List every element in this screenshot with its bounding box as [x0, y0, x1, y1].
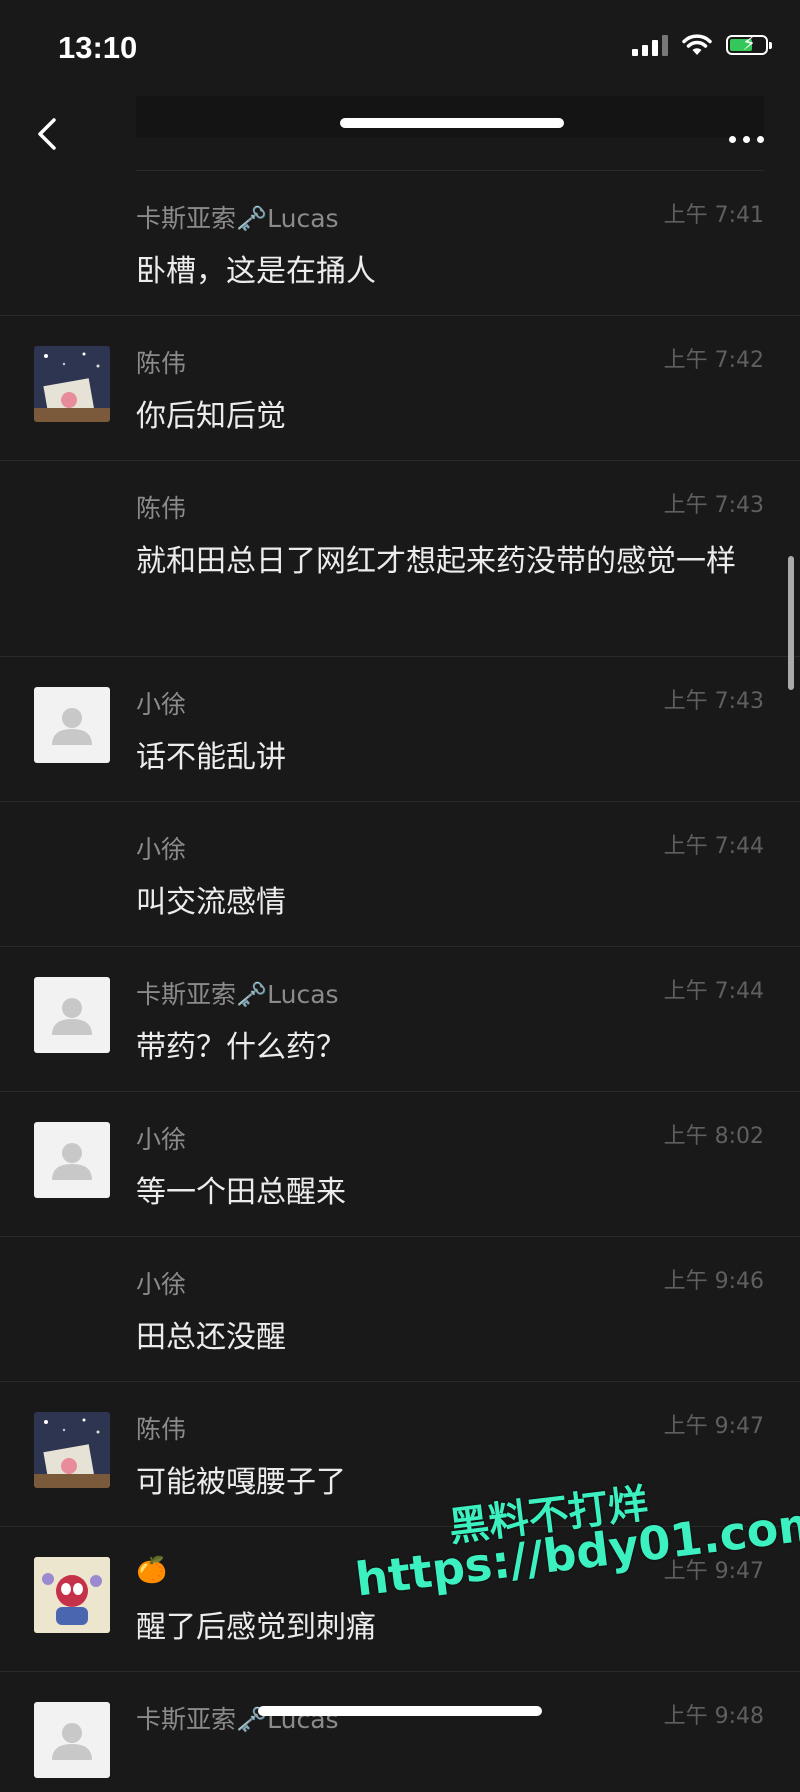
- chat-navigation-bar: [0, 96, 800, 170]
- avatar[interactable]: [34, 1557, 110, 1633]
- message-sender: 小徐: [136, 1125, 187, 1154]
- message-item[interactable]: 小徐 上午 7:44 叫交流感情: [0, 802, 800, 947]
- message-text: 卧槽，这是在捅人: [136, 254, 376, 289]
- message-item[interactable]: 小徐 上午 9:46 田总还没醒: [0, 1237, 800, 1382]
- status-bar: 13:10 ⚡: [0, 0, 800, 96]
- default-user-icon: [52, 1143, 92, 1180]
- avatar[interactable]: [34, 1412, 110, 1488]
- message-time: 上午 7:42: [663, 348, 764, 373]
- status-icons: ⚡: [632, 33, 772, 56]
- message-time: 上午 7:43: [663, 689, 764, 714]
- message-item[interactable]: 卡斯亚索🗝️Lucas 上午 9:48: [0, 1672, 800, 1792]
- message-text: 田总还没醒: [136, 1320, 286, 1355]
- message-text: 带药？什么药？: [136, 1030, 346, 1065]
- home-indicator[interactable]: [258, 1706, 542, 1716]
- back-arrow-icon[interactable]: [30, 114, 70, 154]
- message-text: 等一个田总醒来: [136, 1175, 346, 1210]
- avatar[interactable]: [34, 346, 110, 422]
- message-sender: 陈伟: [136, 1415, 187, 1444]
- message-time: 上午 7:44: [663, 979, 764, 1004]
- message-time: 上午 7:43: [663, 493, 764, 518]
- cartoon-avatar-icon: [34, 1557, 110, 1633]
- message-sender: 卡斯亚索🗝️Lucas: [136, 204, 339, 233]
- message-sender: 小徐: [136, 690, 187, 719]
- message-item[interactable]: 陈伟 上午 7:43 就和田总日了网红才想起来药没带的感觉一样: [0, 461, 800, 657]
- default-user-icon: [52, 998, 92, 1035]
- cellular-signal-icon: [632, 34, 668, 56]
- message-item[interactable]: 陈伟 上午 9:47 可能被嘎腰子了: [0, 1382, 800, 1527]
- photo-avatar-icon: [34, 346, 110, 422]
- avatar[interactable]: [34, 977, 110, 1053]
- message-time: 上午 7:41: [663, 203, 764, 228]
- message-text: 你后知后觉: [136, 399, 286, 434]
- message-time: 上午 8:02: [663, 1124, 764, 1149]
- message-sender: 陈伟: [136, 349, 187, 378]
- message-sender: 小徐: [136, 835, 187, 864]
- message-time: 上午 9:47: [663, 1414, 764, 1439]
- message-sender: 卡斯亚索🗝️Lucas: [136, 980, 339, 1009]
- message-sender: 小徐: [136, 1270, 187, 1299]
- avatar[interactable]: [34, 1122, 110, 1198]
- battery-charging-icon: ⚡: [726, 33, 772, 55]
- message-text: 话不能乱讲: [136, 740, 286, 775]
- message-time: 上午 7:44: [663, 834, 764, 859]
- status-time: 13:10: [58, 30, 138, 65]
- message-item[interactable]: 卡斯亚索🗝️Lucas 上午 7:41 卧槽，这是在捅人: [0, 171, 800, 316]
- message-item[interactable]: 小徐 上午 8:02 等一个田总醒来: [0, 1092, 800, 1237]
- avatar[interactable]: [34, 687, 110, 763]
- photo-avatar-icon: [34, 1412, 110, 1488]
- message-text: 就和田总日了网红才想起来药没带的感觉一样: [136, 544, 736, 579]
- more-options-icon[interactable]: [729, 136, 764, 143]
- default-user-icon: [52, 1723, 92, 1760]
- message-sender: 🍊: [136, 1555, 168, 1584]
- default-user-icon: [52, 708, 92, 745]
- wifi-icon: [682, 34, 712, 55]
- message-text: 叫交流感情: [136, 885, 286, 920]
- message-item[interactable]: 陈伟 上午 7:42 你后知后觉: [0, 316, 800, 461]
- message-item[interactable]: 小徐 上午 7:43 话不能乱讲: [0, 657, 800, 802]
- chat-title-area: [136, 96, 764, 138]
- message-sender: 陈伟: [136, 494, 187, 523]
- scrollbar[interactable]: [788, 556, 794, 690]
- avatar[interactable]: [34, 1702, 110, 1778]
- message-time: 上午 9:48: [663, 1704, 764, 1729]
- title-indicator-bar: [340, 118, 564, 128]
- message-time: 上午 9:46: [663, 1269, 764, 1294]
- message-item[interactable]: 卡斯亚索🗝️Lucas 上午 7:44 带药？什么药？: [0, 947, 800, 1092]
- message-text: 醒了后感觉到刺痛: [136, 1610, 376, 1645]
